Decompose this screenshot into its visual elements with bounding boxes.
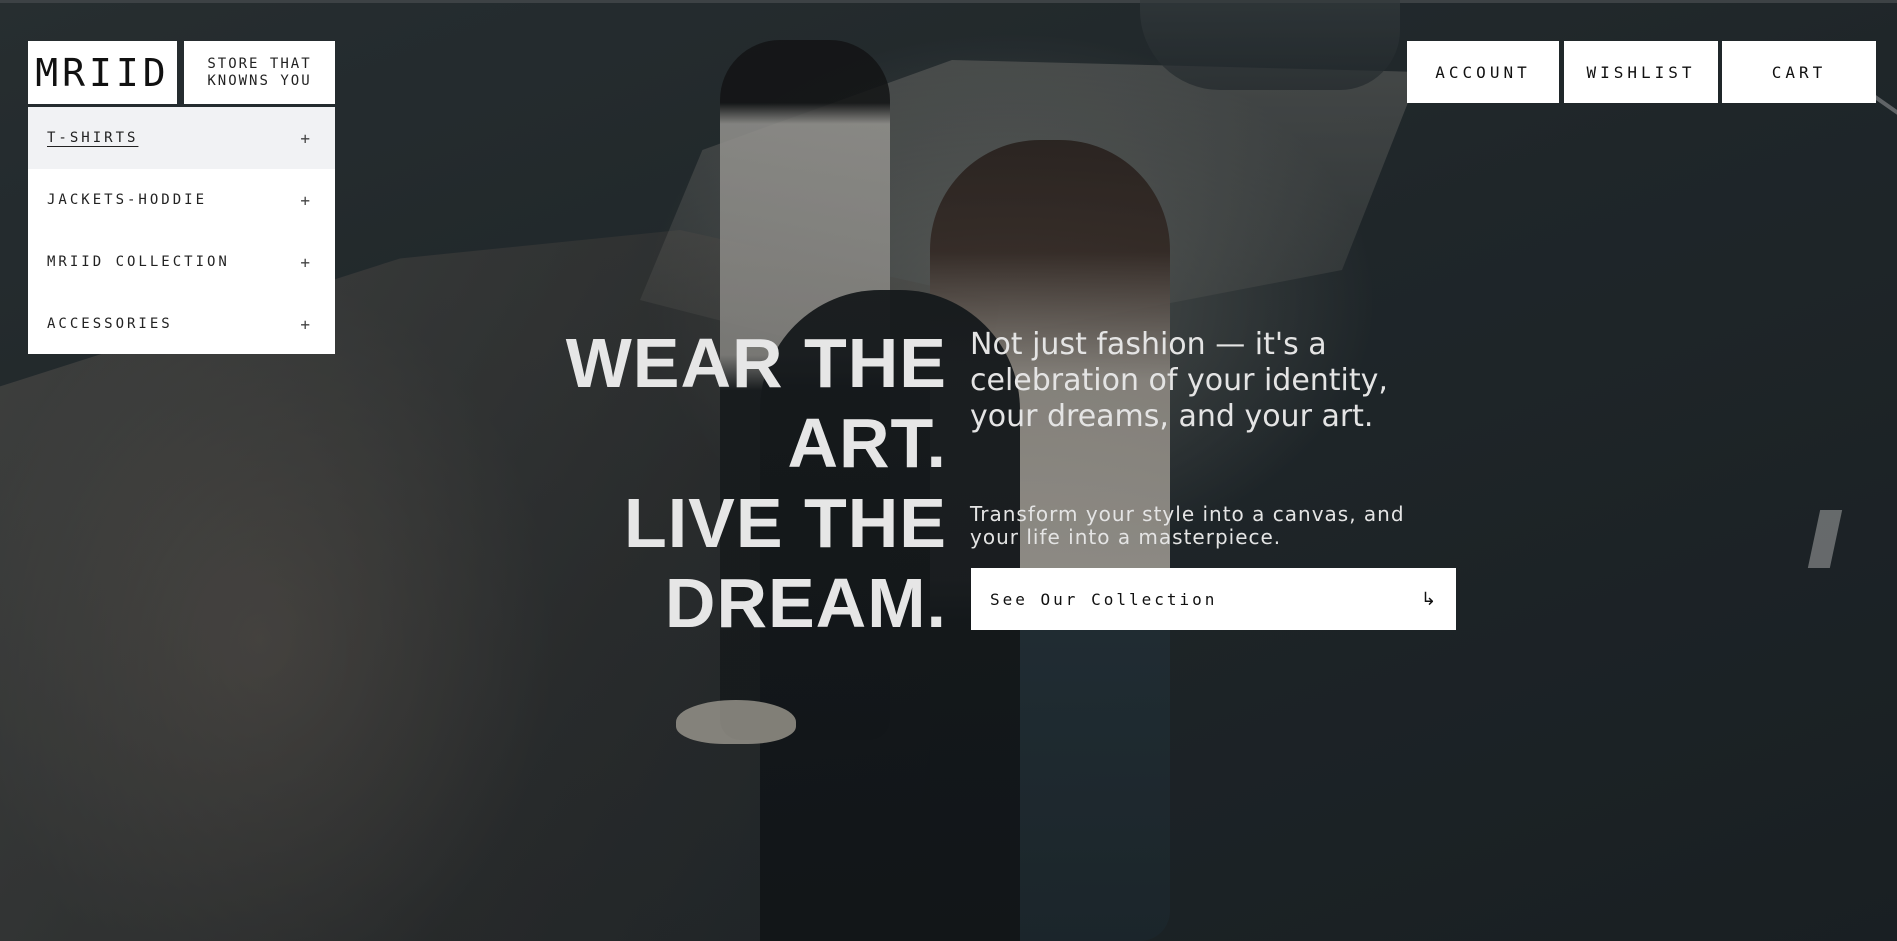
headline-line: LIVE THE [623,484,947,562]
headline-line: WEAR THE [565,324,947,402]
menu-item-accessories[interactable]: ACCESSORIES + [28,293,335,355]
headline-line: ART. [787,404,947,482]
category-menu: T-SHIRTS + JACKETS-HODDIE + MRIID COLLEC… [28,107,335,354]
menu-item-jackets-hoddie[interactable]: JACKETS-HODDIE + [28,169,335,231]
wishlist-button[interactable]: WISHLIST [1564,41,1718,103]
plus-icon[interactable]: + [300,315,313,334]
tagline-line: STORE THAT [207,55,312,72]
see-collection-button[interactable]: See Our Collection ↳ [971,568,1456,630]
menu-item-label: JACKETS-HODDIE [47,192,208,208]
menu-item-label: T-SHIRTS [47,130,139,146]
site-logo[interactable]: MRIID [28,41,177,104]
plus-icon[interactable]: + [300,253,313,272]
hero-background: MRIID STORE THAT KNOWNS YOU T-SHIRTS + J… [0,0,1897,941]
tagline-line: KNOWNS YOU [207,72,312,89]
menu-item-t-shirts[interactable]: T-SHIRTS + [28,107,335,169]
hero-lead-text: Not just fashion — it's a celebration of… [970,327,1388,434]
account-button[interactable]: ACCOUNT [1407,41,1559,103]
hero-headline: WEAR THE ART. LIVE THE DREAM. [527,323,947,643]
plus-icon[interactable]: + [300,129,313,148]
plus-icon[interactable]: + [300,191,313,210]
brand-tagline: STORE THAT KNOWNS YOU [184,41,335,104]
cart-button[interactable]: CART [1722,41,1876,103]
menu-item-label: MRIID COLLECTION [47,254,230,270]
hero-sub-text: Transform your style into a canvas, and … [970,502,1405,549]
menu-item-mriid-collection[interactable]: MRIID COLLECTION + [28,231,335,293]
headline-line: DREAM. [664,564,947,642]
arrow-return-icon: ↳ [1420,588,1436,610]
cta-label: See Our Collection [990,589,1218,609]
menu-item-label: ACCESSORIES [47,316,173,332]
